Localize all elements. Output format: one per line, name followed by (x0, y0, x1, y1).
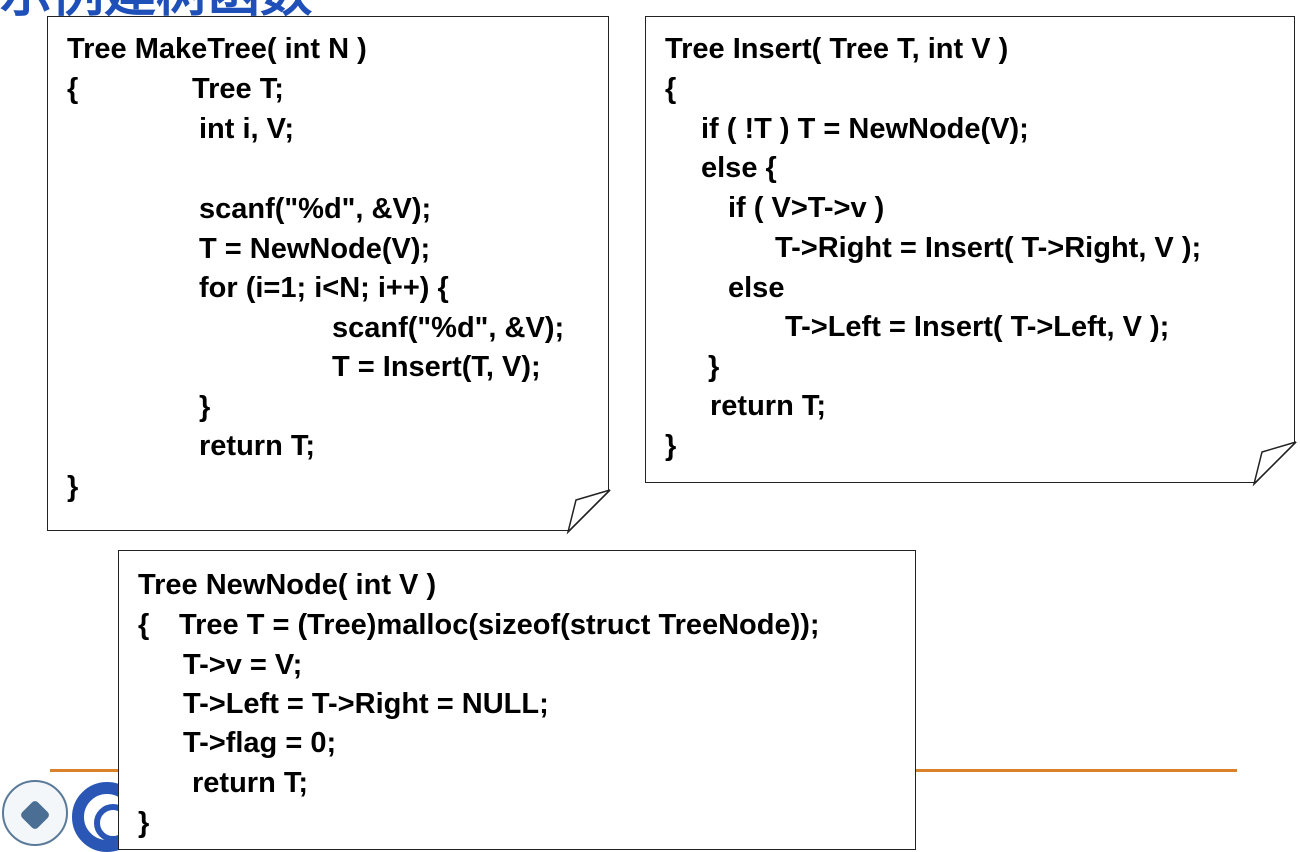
code-line: return T; (710, 390, 826, 422)
page-fold-icon (1252, 441, 1297, 487)
code-line: } (708, 351, 720, 383)
code-line: T->Right = Insert( T->Right, V ); (775, 232, 1202, 264)
code-line: if ( V>T->v ) (728, 192, 885, 224)
code-line: { (138, 609, 150, 641)
code-note-insert: Tree Insert( Tree T, int V ) { if ( !T )… (645, 16, 1297, 487)
code-line: Tree T; (192, 73, 284, 105)
code-line: } (665, 430, 677, 462)
code-line: scanf("%d", &V); (332, 312, 565, 344)
page-fold-icon (566, 489, 611, 535)
code-line: T->v = V; (183, 649, 303, 681)
code-line: int i, V; (199, 113, 295, 145)
code-line: T->Left = Insert( T->Left, V ); (785, 311, 1170, 343)
code-line: Tree T = (Tree)malloc(sizeof(struct Tree… (179, 609, 820, 641)
code-line: scanf("%d", &V); (199, 193, 432, 225)
code-note-newnode: Tree NewNode( int V ) { Tree T = (Tree)m… (118, 550, 916, 850)
code-line: return T; (192, 767, 308, 799)
code-line: Tree Insert( Tree T, int V ) (665, 33, 1009, 65)
university-seal-logo (2, 780, 68, 846)
code-line: } (199, 391, 211, 423)
code-line: else (728, 272, 785, 304)
code-line: return T; (199, 430, 315, 462)
code-line: Tree NewNode( int V ) (138, 569, 437, 601)
code-line: T->Left = T->Right = NULL; (183, 688, 549, 720)
code-line: T = NewNode(V); (199, 233, 431, 265)
code-line: T->flag = 0; (183, 727, 337, 759)
code-line: { (665, 73, 677, 105)
code-line: T = Insert(T, V); (332, 351, 541, 383)
code-line: { (67, 73, 79, 105)
code-line: for (i=1; i<N; i++) { (199, 272, 449, 304)
code-line: else { (701, 152, 777, 184)
code-line: Tree MakeTree( int N ) (67, 33, 367, 65)
code-note-maketree: Tree MakeTree( int N ) { Tree T; int i, … (47, 16, 611, 535)
code-line: } (138, 807, 150, 839)
code-line: if ( !T ) T = NewNode(V); (701, 113, 1029, 145)
code-line: } (67, 471, 79, 503)
